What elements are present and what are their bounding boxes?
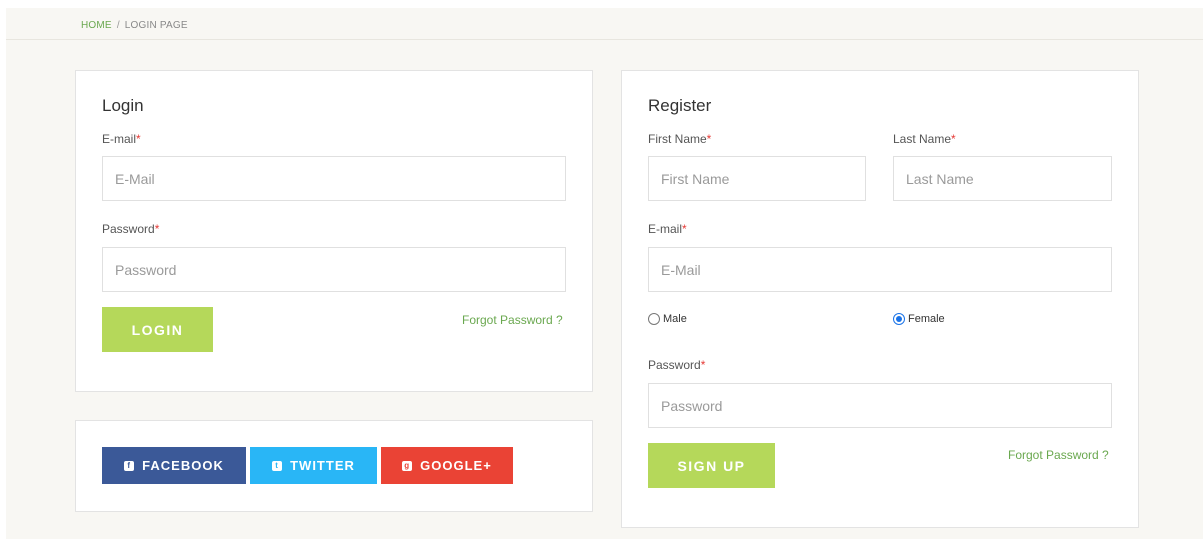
login-email-input[interactable] xyxy=(102,156,566,201)
required-marker: * xyxy=(136,132,141,146)
register-title: Register xyxy=(648,96,712,115)
register-password-label: Password* xyxy=(648,358,705,372)
required-marker: * xyxy=(154,222,160,236)
login-email-label: E-mail* xyxy=(102,132,141,146)
last-name-label: Last Name* xyxy=(893,132,956,146)
breadcrumb-current: LOGIN PAGE xyxy=(124,20,188,31)
breadcrumb-divider xyxy=(6,39,1203,40)
login-password-label-text: Password xyxy=(102,222,155,236)
gender-radio-female[interactable]: Female xyxy=(893,313,945,325)
login-title: Login xyxy=(102,96,144,115)
login-button[interactable]: LOGIN xyxy=(102,307,213,352)
google-plus-label: GOOGLE+ xyxy=(420,458,492,473)
social-login-card: f FACEBOOK t TWITTER g GOOGLE+ xyxy=(75,420,593,512)
gender-radio-male[interactable]: Male xyxy=(648,313,687,325)
required-marker: * xyxy=(682,222,687,236)
required-marker: * xyxy=(951,132,956,146)
last-name-input[interactable] xyxy=(893,156,1112,201)
last-name-label-text: Last Name xyxy=(893,132,952,146)
sign-up-button[interactable]: SIGN UP xyxy=(648,443,775,488)
radio-button-female[interactable] xyxy=(893,313,905,325)
required-marker: * xyxy=(706,132,712,146)
twitter-button[interactable]: t TWITTER xyxy=(250,447,377,484)
google-plus-button[interactable]: g GOOGLE+ xyxy=(381,447,513,484)
breadcrumb-separator: / xyxy=(116,20,120,31)
register-email-input[interactable] xyxy=(648,247,1112,292)
first-name-label-text: First Name xyxy=(648,132,707,146)
register-password-label-text: Password xyxy=(648,358,701,372)
login-card: Login E-mail* Password* LOGIN Forgot Pas… xyxy=(75,70,593,392)
register-password-input[interactable] xyxy=(648,383,1112,428)
login-email-label-text: E-mail xyxy=(102,132,137,146)
twitter-icon: t xyxy=(272,460,283,471)
breadcrumb: HOME / LOGIN PAGE xyxy=(81,20,188,31)
facebook-icon: f xyxy=(124,460,135,471)
required-marker: * xyxy=(700,358,706,372)
register-email-label-text: E-mail xyxy=(648,222,683,236)
twitter-label: TWITTER xyxy=(290,458,355,473)
register-forgot-password-link[interactable]: Forgot Password ? xyxy=(1008,448,1109,462)
gender-male-label: Male xyxy=(663,313,687,325)
first-name-label: First Name* xyxy=(648,132,711,146)
google-plus-icon: g xyxy=(402,460,413,471)
register-email-label: E-mail* xyxy=(648,222,687,236)
login-password-label: Password* xyxy=(102,222,159,236)
facebook-label: FACEBOOK xyxy=(142,458,224,473)
facebook-button[interactable]: f FACEBOOK xyxy=(102,447,246,484)
gender-female-label: Female xyxy=(908,313,945,325)
register-card: Register First Name* Last Name* E-mail* … xyxy=(621,70,1139,528)
radio-button-male[interactable] xyxy=(648,313,660,325)
login-password-input[interactable] xyxy=(102,247,566,292)
login-forgot-password-link[interactable]: Forgot Password ? xyxy=(462,313,563,327)
breadcrumb-home-link[interactable]: HOME xyxy=(81,20,112,31)
first-name-input[interactable] xyxy=(648,156,866,201)
